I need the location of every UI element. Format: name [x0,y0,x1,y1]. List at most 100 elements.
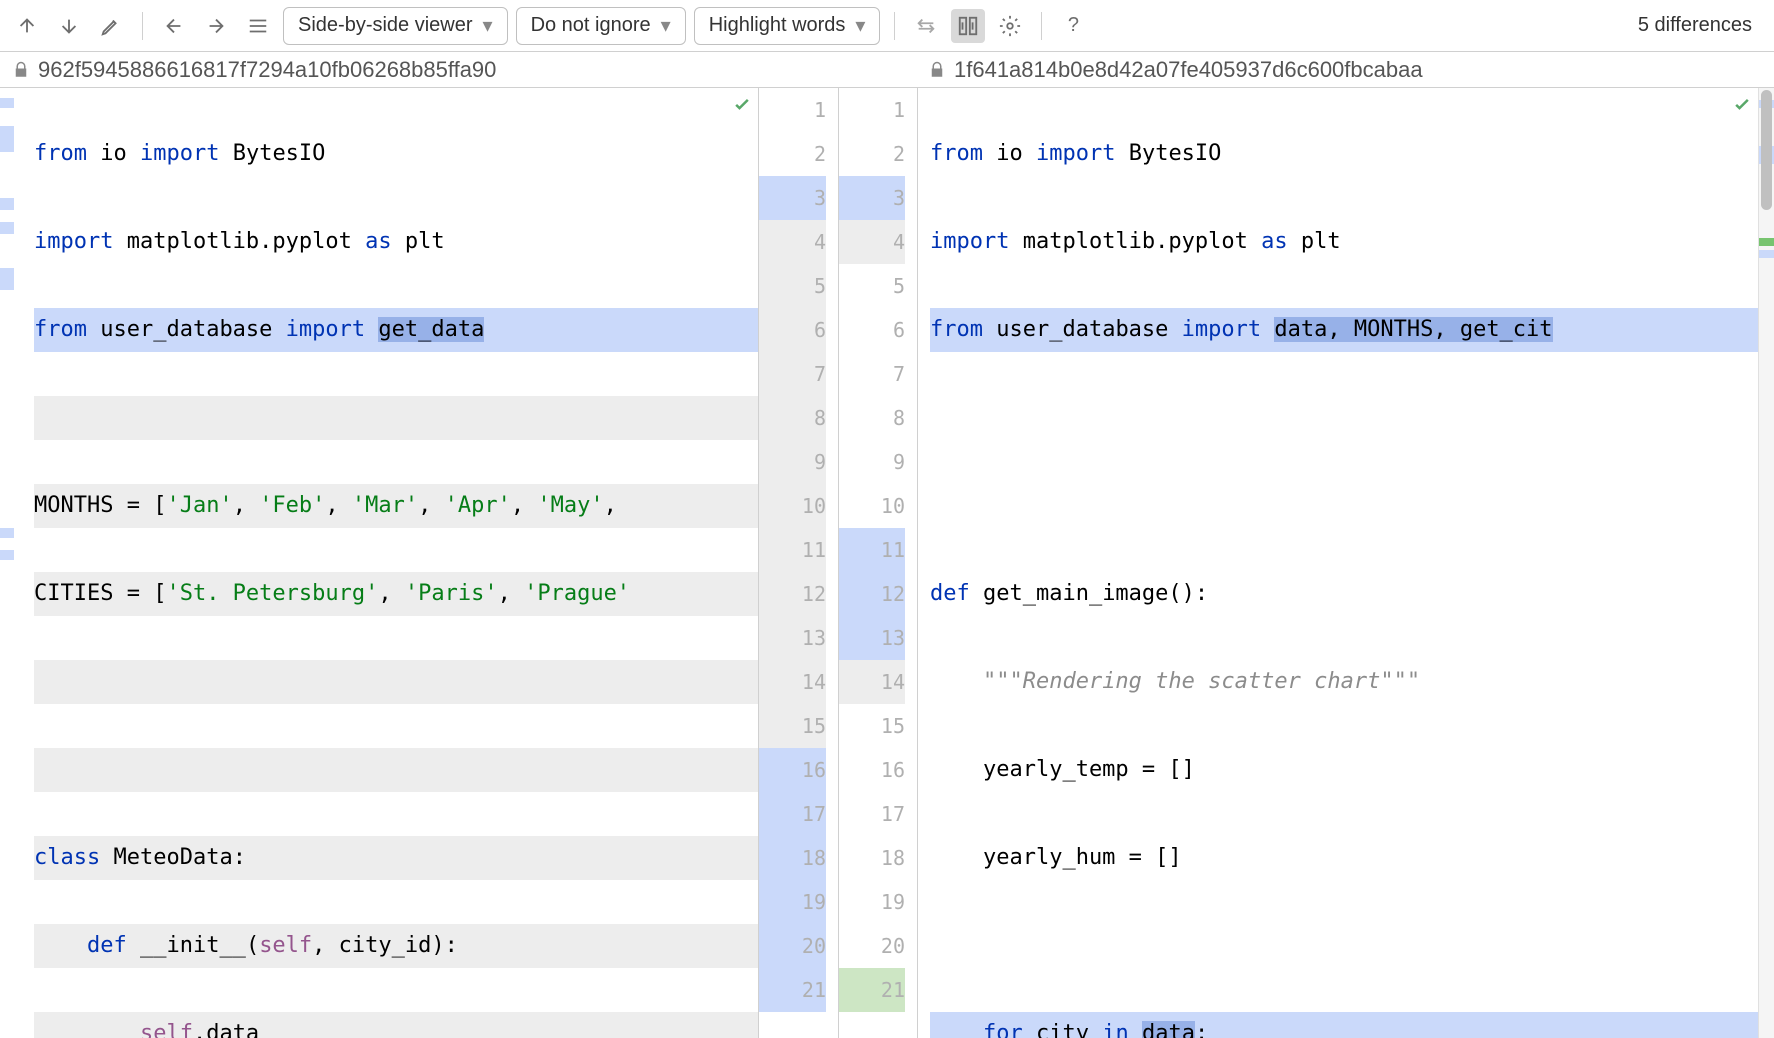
line-number: 5 [839,264,905,308]
left-pane[interactable]: from io import BytesIO import matplotlib… [0,88,758,1038]
line-number: 10 [759,484,826,528]
line-number: 11 [759,528,826,572]
line-number: 5 [759,264,826,308]
line-number: 6 [759,308,826,352]
line-number: 15 [839,704,905,748]
scroll-thumb[interactable] [1761,90,1772,210]
back-icon[interactable] [157,9,191,43]
code-line [930,396,1774,440]
code-line [930,484,1774,528]
lock-icon [12,61,30,79]
line-number: 1 [839,88,905,132]
line-number: 19 [839,880,905,924]
diff-body: from io import BytesIO import matplotlib… [0,88,1774,1038]
line-number: 17 [839,792,905,836]
line-number: 20 [759,924,826,968]
line-number: 15 [759,704,826,748]
right-file-header: 1f641a814b0e8d42a07fe405937d6c600fbcabaa [916,52,1774,87]
code-line: yearly_hum = [] [930,836,1774,880]
checkmark-icon [732,94,752,119]
code-line: for city in data: [930,1012,1774,1038]
line-number: 21 [839,968,905,1012]
right-file-name: 1f641a814b0e8d42a07fe405937d6c600fbcabaa [954,57,1423,83]
line-number: 12 [839,572,905,616]
code-line: from io import BytesIO [930,132,1774,176]
lock-icon [928,61,946,79]
line-number: 18 [839,836,905,880]
line-number: 9 [759,440,826,484]
code-line: from user_database import get_data [34,308,758,352]
left-file-header: 962f5945886616817f7294a10fb06268b85ffa90 [0,52,916,87]
chevron-down-icon: ▾ [661,13,671,38]
line-number: 19 [759,880,826,924]
view-mode-label: Side-by-side viewer [298,14,473,37]
right-gutter: 1 2 3 4 5 6 7 8 9 10 11 12 13 14 15 16 1… [838,88,918,1038]
line-number: 12 [759,572,826,616]
separator [142,12,143,40]
highlight-dropdown[interactable]: Highlight words ▾ [694,7,881,45]
line-number: 4 [759,220,826,264]
line-number: 3 [839,176,905,220]
line-number: 1 [759,88,826,132]
code-line: yearly_temp = [] [930,748,1774,792]
diff-toolbar: Side-by-side viewer ▾ Do not ignore ▾ Hi… [0,0,1774,52]
code-line: MONTHS = ['Jan', 'Feb', 'Mar', 'Apr', 'M… [34,484,758,528]
help-icon[interactable]: ? [1056,9,1090,43]
code-line: import matplotlib.pyplot as plt [34,220,758,264]
forward-icon[interactable] [199,9,233,43]
diff-count-label: 5 differences [1638,14,1764,37]
collapse-icon[interactable] [909,9,943,43]
next-diff-icon[interactable] [52,9,86,43]
line-number: 7 [839,352,905,396]
code-line: def get_main_image(): [930,572,1774,616]
right-code[interactable]: from io import BytesIO import matplotlib… [918,88,1774,1038]
line-number: 20 [839,924,905,968]
line-number: 2 [759,132,826,176]
code-line: """Rendering the scatter chart""" [930,660,1774,704]
right-pane[interactable]: from io import BytesIO import matplotlib… [918,88,1774,1038]
code-line: CITIES = ['St. Petersburg', 'Paris', 'Pr… [34,572,758,616]
line-number: 8 [839,396,905,440]
line-number: 4 [839,220,905,264]
line-number: 14 [839,660,905,704]
code-line: import matplotlib.pyplot as plt [930,220,1774,264]
line-number: 6 [839,308,905,352]
line-number: 14 [759,660,826,704]
chevron-down-icon: ▾ [483,13,493,38]
code-line: self.data [34,1012,758,1038]
line-number: 3 [759,176,826,220]
ignore-dropdown[interactable]: Do not ignore ▾ [516,7,686,45]
sync-scroll-icon[interactable] [951,9,985,43]
code-line [34,748,758,792]
view-mode-dropdown[interactable]: Side-by-side viewer ▾ [283,7,508,45]
line-number: 7 [759,352,826,396]
left-code[interactable]: from io import BytesIO import matplotlib… [0,88,758,1038]
line-number: 8 [759,396,826,440]
line-number: 16 [839,748,905,792]
list-icon[interactable] [241,9,275,43]
left-gutter: 1 2 3 4 5 6 7 8 9 10 11 12 13 14 15 16 1… [758,88,838,1038]
line-number: 13 [839,616,905,660]
line-number: 16 [759,748,826,792]
code-line [930,924,1774,968]
settings-icon[interactable] [993,9,1027,43]
code-line: def __init__(self, city_id): [34,924,758,968]
left-file-name: 962f5945886616817f7294a10fb06268b85ffa90 [38,57,496,83]
code-line: from io import BytesIO [34,132,758,176]
line-number: 21 [759,968,826,1012]
chevron-down-icon: ▾ [855,13,865,38]
separator [1041,12,1042,40]
edit-icon[interactable] [94,9,128,43]
code-line: class MeteoData: [34,836,758,880]
vertical-scrollbar[interactable] [1758,88,1774,1038]
code-line: from user_database import data, MONTHS, … [930,308,1774,352]
code-line [34,660,758,704]
line-number: 17 [759,792,826,836]
line-number: 9 [839,440,905,484]
highlight-label: Highlight words [709,14,846,37]
code-line [34,396,758,440]
line-number: 18 [759,836,826,880]
line-number: 2 [839,132,905,176]
line-number: 10 [839,484,905,528]
prev-diff-icon[interactable] [10,9,44,43]
